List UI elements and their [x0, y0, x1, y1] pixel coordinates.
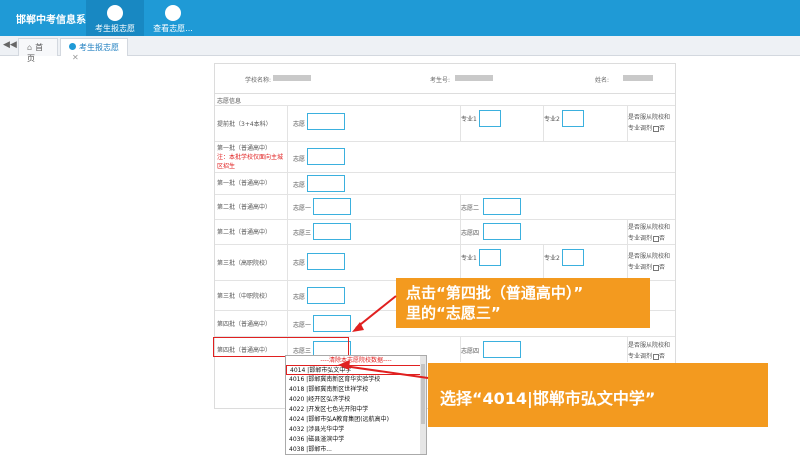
arrow-line-2 [343, 365, 429, 379]
callout-arrows [338, 295, 429, 379]
arrow-head-2 [338, 360, 350, 370]
arrow-line-1 [355, 295, 397, 329]
